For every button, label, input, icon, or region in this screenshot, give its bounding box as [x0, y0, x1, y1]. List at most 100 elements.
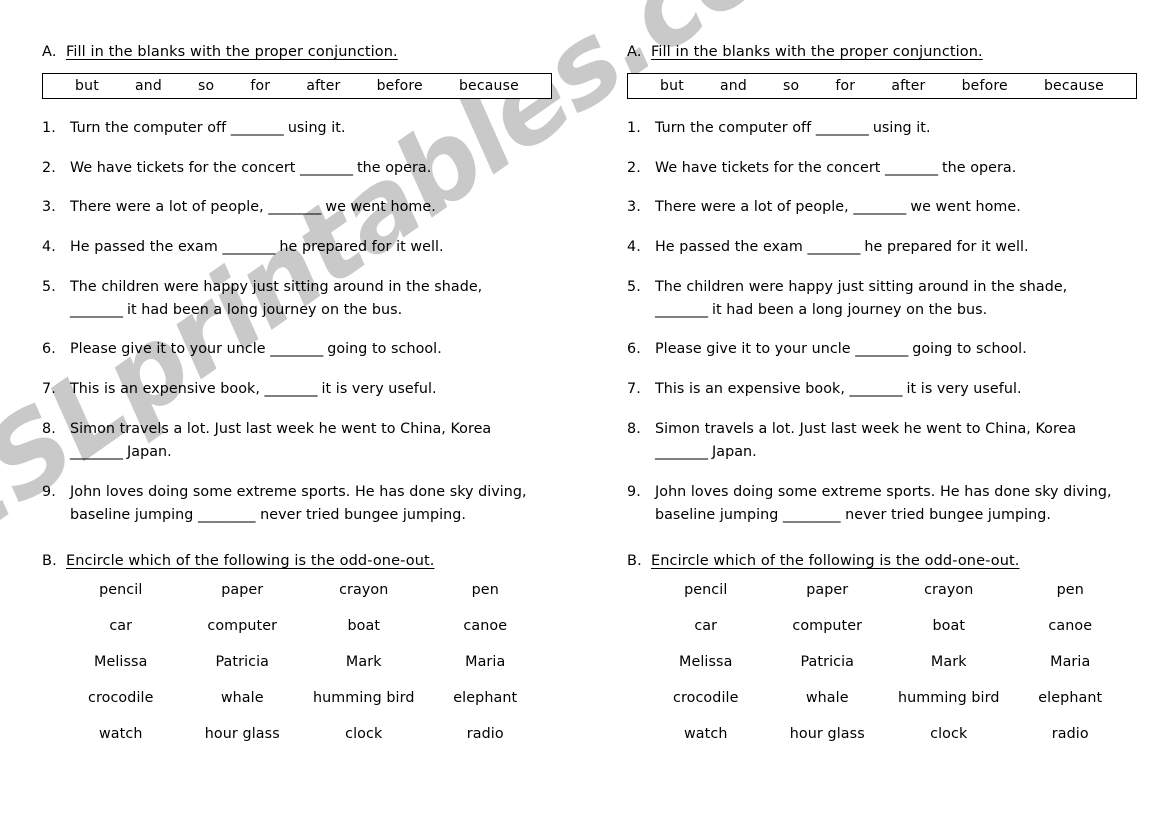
question-text-line-2[interactable]: baseline jumping ________ never tried bu… — [655, 504, 1137, 527]
question-number: 5. — [42, 278, 57, 295]
word-bank-item-but[interactable]: but — [75, 78, 99, 94]
question-text[interactable]: We have tickets for the concert ________… — [655, 157, 1137, 180]
word-cell[interactable]: computer — [182, 618, 304, 634]
answer-blank[interactable]: ________ — [300, 160, 353, 176]
answer-blank[interactable]: ________ — [850, 381, 903, 397]
word-cell[interactable]: Maria — [425, 654, 547, 670]
question-text[interactable]: John loves doing some extreme sports. He… — [655, 481, 1137, 527]
word-cell[interactable]: Mark — [303, 654, 425, 670]
answer-blank[interactable]: ________ — [816, 120, 869, 136]
word-cell[interactable]: crayon — [303, 582, 425, 598]
word-bank-item-before[interactable]: before — [962, 78, 1008, 94]
word-bank-item-because[interactable]: because — [1044, 78, 1104, 94]
word-cell[interactable]: pencil — [645, 582, 767, 598]
question-text[interactable]: We have tickets for the concert ________… — [70, 157, 552, 180]
answer-blank[interactable]: ________ — [885, 160, 938, 176]
word-cell[interactable]: car — [60, 618, 182, 634]
word-cell[interactable]: whale — [767, 690, 889, 706]
question-text-after: it had been a long journey on the bus. — [122, 301, 403, 318]
word-cell[interactable]: canoe — [425, 618, 547, 634]
word-cell[interactable]: Melissa — [645, 654, 767, 670]
question-text[interactable]: The children were happy just sitting aro… — [655, 276, 1137, 322]
section-a-title: Fill in the blanks with the proper conju… — [66, 44, 398, 60]
answer-blank[interactable]: ________ — [270, 341, 323, 357]
word-bank-item-before[interactable]: before — [377, 78, 423, 94]
answer-blank[interactable]: ________ — [231, 120, 284, 136]
question-text[interactable]: Please give it to your uncle ________ go… — [70, 338, 552, 361]
word-cell[interactable]: canoe — [1010, 618, 1132, 634]
question-text[interactable]: Please give it to your uncle ________ go… — [655, 338, 1137, 361]
word-cell[interactable]: watch — [60, 726, 182, 742]
answer-blank[interactable]: ________ — [222, 239, 275, 255]
word-bank-item-but[interactable]: but — [660, 78, 684, 94]
word-bank-item-and[interactable]: and — [135, 78, 162, 94]
question-text-line-2[interactable]: baseline jumping ________ never tried bu… — [70, 504, 552, 527]
question-text[interactable]: He passed the exam ________ he prepared … — [70, 236, 552, 259]
word-cell[interactable]: Mark — [888, 654, 1010, 670]
word-cell[interactable]: hour glass — [767, 726, 889, 742]
question-text[interactable]: John loves doing some extreme sports. He… — [70, 481, 552, 527]
answer-blank[interactable]: ________ — [265, 381, 318, 397]
word-cell[interactable]: Melissa — [60, 654, 182, 670]
word-cell[interactable]: pencil — [60, 582, 182, 598]
answer-blank[interactable]: ________ — [853, 199, 906, 215]
word-cell[interactable]: clock — [888, 726, 1010, 742]
answer-blank[interactable]: ________ — [70, 302, 123, 318]
section-b-title: Encircle which of the following is the o… — [66, 552, 435, 569]
word-bank-item-so[interactable]: so — [198, 78, 214, 94]
word-cell[interactable]: crocodile — [645, 690, 767, 706]
question-number: 8. — [42, 420, 57, 437]
word-bank-item-for[interactable]: for — [250, 78, 270, 94]
question-text-after: Japan. — [707, 443, 757, 460]
question-text-before: We have tickets for the concert — [70, 159, 301, 176]
word-cell[interactable]: clock — [303, 726, 425, 742]
question-text[interactable]: Turn the computer off ________ using it. — [655, 117, 1137, 140]
word-cell[interactable]: radio — [425, 726, 547, 742]
word-bank-item-after[interactable]: after — [306, 78, 340, 94]
question-text[interactable]: Simon travels a lot. Just last week he w… — [70, 418, 552, 464]
question-text[interactable]: There were a lot of people, ________ we … — [70, 196, 552, 219]
question-text-line-2: ________ it had been a long journey on t… — [70, 299, 552, 322]
word-cell[interactable]: boat — [888, 618, 1010, 634]
word-cell[interactable]: boat — [303, 618, 425, 634]
word-cell[interactable]: crayon — [888, 582, 1010, 598]
word-bank-item-so[interactable]: so — [783, 78, 799, 94]
word-cell[interactable]: Maria — [1010, 654, 1132, 670]
answer-blank[interactable]: ________ — [268, 199, 321, 215]
word-bank-item-and[interactable]: and — [720, 78, 747, 94]
word-cell[interactable]: elephant — [1010, 690, 1132, 706]
answer-blank[interactable]: ________ — [70, 444, 123, 460]
question-item: 9. John loves doing some extreme sports.… — [627, 481, 1137, 527]
word-bank-item-because[interactable]: because — [459, 78, 519, 94]
word-cell[interactable]: crocodile — [60, 690, 182, 706]
question-text[interactable]: Simon travels a lot. Just last week he w… — [655, 418, 1137, 464]
question-text[interactable]: There were a lot of people, ________ we … — [655, 196, 1137, 219]
word-cell[interactable]: pen — [425, 582, 547, 598]
answer-blank[interactable]: ________ — [807, 239, 860, 255]
question-text[interactable]: He passed the exam ________ he prepared … — [655, 236, 1137, 259]
answer-blank[interactable]: ________ — [855, 341, 908, 357]
word-cell[interactable]: Patricia — [767, 654, 889, 670]
question-text-before: There were a lot of people, — [655, 199, 854, 216]
question-text[interactable]: Turn the computer off ________ using it. — [70, 117, 552, 140]
word-cell[interactable]: elephant — [425, 690, 547, 706]
word-cell[interactable]: computer — [767, 618, 889, 634]
word-cell[interactable]: paper — [767, 582, 889, 598]
word-cell[interactable]: humming bird — [303, 690, 425, 706]
word-cell[interactable]: whale — [182, 690, 304, 706]
word-bank-item-for[interactable]: for — [835, 78, 855, 94]
question-text[interactable]: This is an expensive book, ________ it i… — [655, 378, 1137, 401]
word-cell[interactable]: car — [645, 618, 767, 634]
question-text[interactable]: The children were happy just sitting aro… — [70, 276, 552, 322]
word-cell[interactable]: pen — [1010, 582, 1132, 598]
word-cell[interactable]: watch — [645, 726, 767, 742]
word-cell[interactable]: hour glass — [182, 726, 304, 742]
word-cell[interactable]: paper — [182, 582, 304, 598]
word-cell[interactable]: radio — [1010, 726, 1132, 742]
question-text[interactable]: This is an expensive book, ________ it i… — [70, 378, 552, 401]
answer-blank[interactable]: ________ — [655, 444, 708, 460]
answer-blank[interactable]: ________ — [655, 302, 708, 318]
word-bank-item-after[interactable]: after — [891, 78, 925, 94]
word-cell[interactable]: humming bird — [888, 690, 1010, 706]
word-cell[interactable]: Patricia — [182, 654, 304, 670]
